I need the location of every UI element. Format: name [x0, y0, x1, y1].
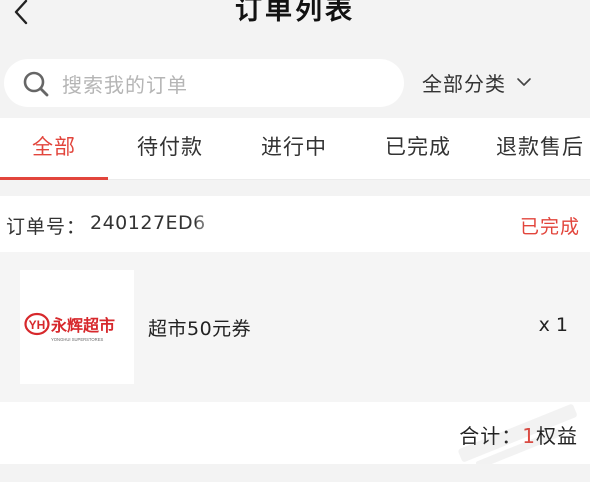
- tab-in-progress[interactable]: 进行中: [242, 118, 346, 180]
- chevron-down-icon: [517, 78, 531, 86]
- order-total-prefix: 合计：: [459, 424, 523, 448]
- search-input[interactable]: 搜索我的订单: [4, 59, 404, 107]
- order-number-label: 订单号：: [6, 216, 87, 238]
- tab-all[interactable]: 全部: [0, 118, 108, 180]
- active-tab-indicator: [0, 177, 108, 180]
- yonghui-logo: YH 永辉超市 YONGHUI SUPERSTORES: [24, 312, 115, 342]
- order-list-screen: 订单列表 搜索我的订单 全部分类 全部 待付款 进行中 已完成 退款售后 订单号…: [0, 0, 590, 482]
- page-title: 订单列表: [235, 0, 355, 26]
- order-item-row[interactable]: YH 永辉超市 YONGHUI SUPERSTORES 超市50元券 x 1: [0, 252, 590, 402]
- order-card-footer: 合计：1权益: [0, 402, 590, 464]
- search-icon: [23, 71, 49, 97]
- tab-pending-payment[interactable]: 待付款: [118, 118, 222, 180]
- tab-refund-after-sales[interactable]: 退款售后: [488, 118, 590, 180]
- tab-completed[interactable]: 已完成: [366, 118, 470, 180]
- category-filter-dropdown[interactable]: 全部分类: [422, 68, 532, 96]
- order-total-amount: 1: [522, 424, 536, 448]
- order-status-badge: 已完成: [519, 216, 580, 238]
- order-total-unit: 权益: [536, 424, 578, 448]
- top-nav-bar: 订单列表: [0, 0, 590, 46]
- search-placeholder: 搜索我的订单: [62, 73, 188, 97]
- logo-badge-text: YH: [29, 318, 46, 332]
- logo-brand-text: 永辉超市: [50, 316, 115, 335]
- order-number-value: 240127ED6: [90, 212, 206, 234]
- product-quantity: x 1: [538, 314, 568, 336]
- product-thumbnail: YH 永辉超市 YONGHUI SUPERSTORES: [20, 270, 134, 384]
- product-name: 超市50元券: [148, 318, 252, 340]
- search-row: 搜索我的订单 全部分类: [0, 46, 590, 118]
- list-bottom-spacer: [0, 464, 590, 482]
- logo-subtitle-text: YONGHUI SUPERSTORES: [51, 337, 103, 342]
- order-number-redaction: [196, 210, 276, 236]
- order-card-header[interactable]: 订单号： 240127ED6 已完成: [0, 196, 590, 252]
- category-filter-label: 全部分类: [422, 71, 506, 96]
- order-status-tabs: 全部 待付款 进行中 已完成 退款售后: [0, 118, 590, 180]
- order-total: 合计：1权益: [459, 420, 578, 449]
